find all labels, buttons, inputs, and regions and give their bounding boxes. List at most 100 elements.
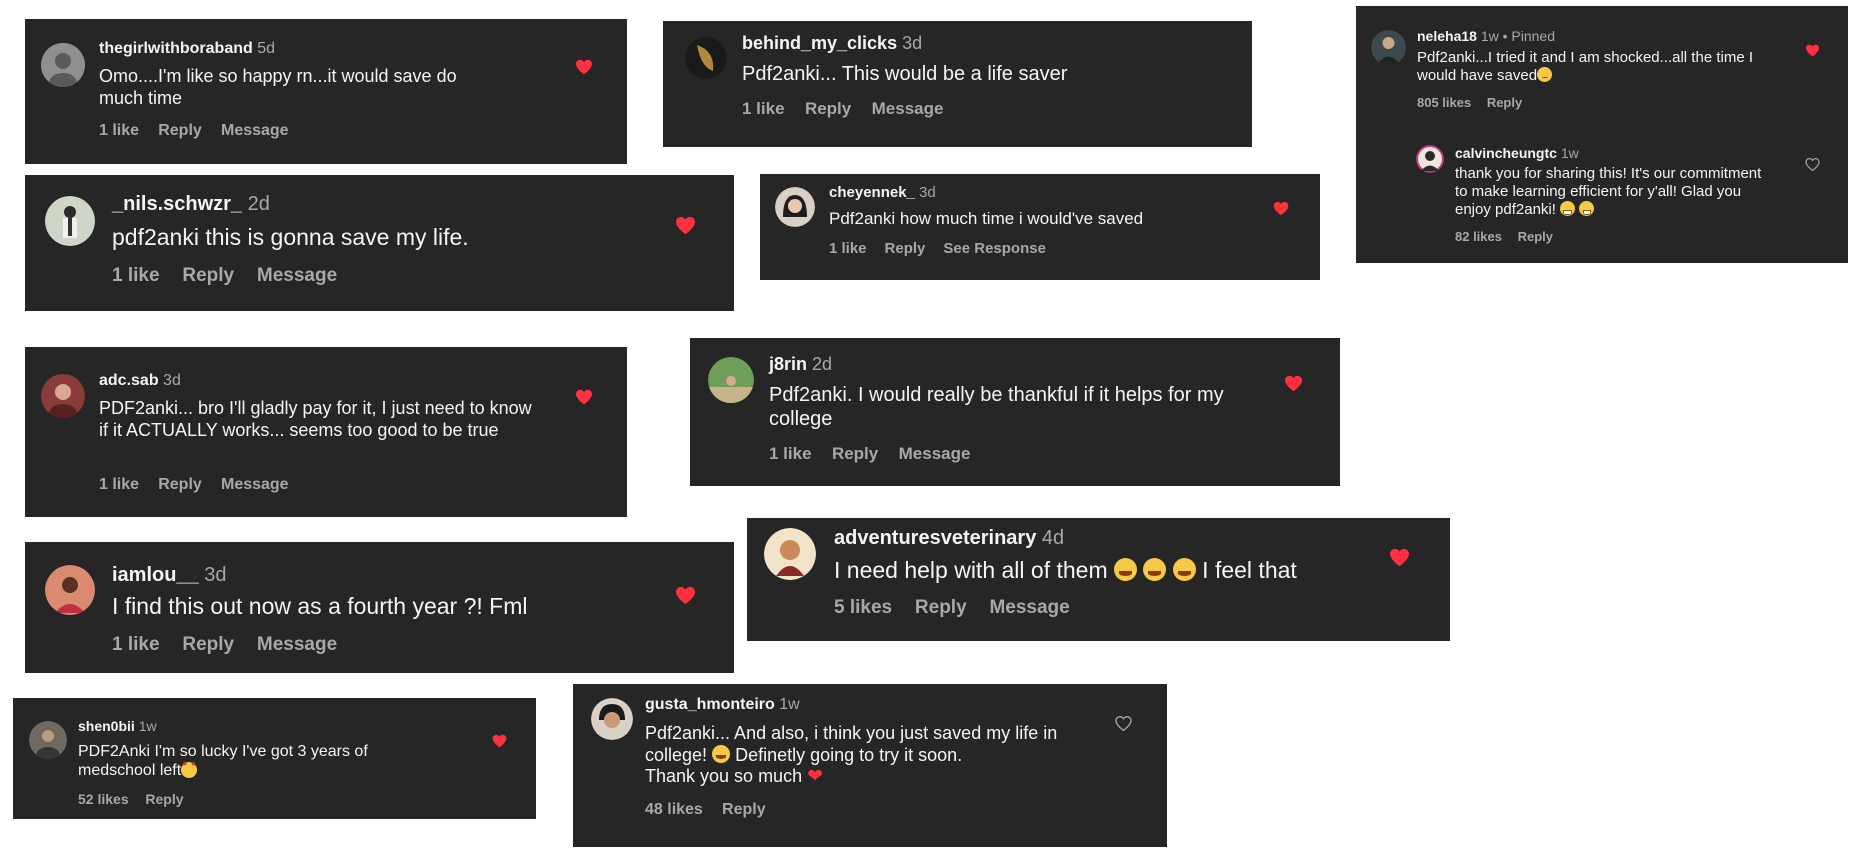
filled-heart-icon[interactable] [1805, 44, 1820, 57]
timestamp: 1w [138, 718, 157, 734]
reply-button[interactable]: Reply [832, 444, 878, 463]
username[interactable]: neleha18 [1417, 28, 1477, 44]
likes-count[interactable]: 5 likes [834, 597, 892, 618]
message-button[interactable]: Message [989, 597, 1069, 618]
avatar[interactable] [591, 698, 633, 740]
message-button[interactable]: Message [257, 265, 337, 286]
reply-avatar[interactable] [1416, 145, 1444, 173]
filled-heart-icon[interactable] [575, 389, 593, 405]
reply-button[interactable]: Reply [158, 122, 202, 139]
comment-text: Pdf2anki... This would be a life saver [742, 63, 1068, 85]
filled-heart-icon[interactable] [1284, 375, 1303, 392]
comment-card: shen0bii 1w PDF2Anki I'm so lucky I've g… [13, 698, 536, 819]
comment-text: Pdf2anki... And also, i think you just s… [645, 723, 1058, 788]
timestamp: 1w [779, 696, 800, 713]
see-response-button[interactable]: See Response [943, 240, 1046, 257]
timestamp: 3d [919, 184, 936, 201]
grinning-face-emoji-icon [1579, 201, 1595, 217]
reply-button[interactable]: Reply [182, 265, 234, 286]
reply-button[interactable]: Reply [158, 476, 202, 493]
likes-count[interactable]: 1 like [769, 444, 812, 463]
avatar[interactable] [1371, 30, 1406, 65]
reply-button[interactable]: Reply [805, 99, 851, 118]
filled-heart-icon[interactable] [675, 586, 696, 605]
filled-heart-icon[interactable] [575, 59, 593, 75]
avatar[interactable] [685, 37, 727, 79]
red-heart-emoji-icon: ❤ [807, 766, 823, 788]
likes-count[interactable]: 48 likes [645, 801, 703, 818]
grinning-face-emoji-icon [1560, 201, 1576, 217]
pinned-label: • Pinned [1502, 28, 1556, 44]
avatar[interactable] [708, 357, 754, 403]
avatar[interactable] [41, 374, 85, 418]
filled-heart-icon[interactable] [1273, 201, 1289, 216]
comment-text: PDF2anki... bro I'll gladly pay for it, … [99, 398, 532, 440]
username[interactable]: behind_my_clicks [742, 33, 897, 53]
comment-card: behind_my_clicks 3d Pdf2anki... This wou… [663, 21, 1252, 147]
reply-button[interactable]: Reply [722, 801, 766, 818]
username[interactable]: cheyennek_ [829, 184, 915, 201]
username[interactable]: gusta_hmonteiro [645, 696, 775, 713]
outline-heart-icon[interactable] [1805, 158, 1820, 171]
likes-count[interactable]: 1 like [829, 240, 867, 257]
message-button[interactable]: Message [899, 444, 971, 463]
reply-button[interactable]: Reply [915, 597, 967, 618]
comment-card: cheyennek_ 3d Pdf2anki how much time i w… [760, 174, 1320, 280]
laughing-emoji-icon [1172, 558, 1196, 582]
reply-button[interactable]: Reply [182, 634, 234, 655]
comment-card: adventuresveterinary 4d I need help with… [747, 518, 1450, 641]
username[interactable]: thegirlwithboraband [99, 40, 253, 57]
likes-count[interactable]: 805 likes [1417, 95, 1471, 110]
filled-heart-icon[interactable] [1389, 548, 1410, 567]
username[interactable]: adc.sab [99, 372, 159, 389]
username[interactable]: j8rin [769, 354, 807, 374]
likes-count[interactable]: 1 like [99, 476, 139, 493]
filled-heart-icon[interactable] [675, 216, 696, 235]
reply-button[interactable]: Reply [1487, 95, 1522, 110]
comment-card-pinned: neleha18 1w • Pinned Pdf2anki...I tried … [1356, 6, 1848, 263]
laughing-emoji-icon [1114, 558, 1137, 582]
timestamp: 1w [1480, 28, 1499, 44]
username[interactable]: shen0bii [78, 718, 135, 734]
comment-text: Pdf2anki how much time i would've saved [829, 209, 1144, 228]
username[interactable]: _nils.schwzr_ [112, 193, 242, 215]
outline-heart-icon[interactable] [1115, 716, 1132, 731]
laughing-emoji-icon [1143, 558, 1167, 582]
username[interactable]: iamlou__ [112, 564, 199, 586]
avatar[interactable] [45, 565, 95, 615]
filled-heart-icon[interactable] [492, 734, 507, 748]
comment-card: iamlou__ 3d I find this out now as a fou… [25, 542, 734, 673]
avatar[interactable] [29, 721, 67, 759]
message-button[interactable]: Message [221, 122, 289, 139]
comment-text: I need help with all of them I feel that [834, 557, 1297, 583]
timestamp: 5d [257, 40, 276, 57]
comment-card: adc.sab 3d PDF2anki... bro I'll gladly p… [25, 347, 627, 517]
likes-count[interactable]: 1 like [99, 122, 139, 139]
comment-card: gusta_hmonteiro 1w Pdf2anki... And also,… [573, 684, 1167, 847]
likes-count[interactable]: 1 like [742, 99, 785, 118]
message-button[interactable]: Message [257, 634, 337, 655]
avatar[interactable] [41, 43, 85, 87]
likes-count[interactable]: 1 like [112, 634, 160, 655]
likes-count[interactable]: 82 likes [1455, 229, 1502, 244]
reply-button[interactable]: Reply [885, 240, 926, 257]
username[interactable]: adventuresveterinary [834, 527, 1036, 549]
reply-button[interactable]: Reply [1518, 229, 1553, 244]
comment-text: Pdf2anki...I tried it and I am shocked..… [1417, 49, 1753, 84]
avatar[interactable] [45, 196, 95, 246]
reply-text: thank you for sharing this! It's our com… [1455, 165, 1762, 218]
avatar[interactable] [775, 187, 815, 227]
reply-username[interactable]: calvincheungtc [1455, 145, 1557, 161]
message-button[interactable]: Message [221, 476, 289, 493]
comment-card: _nils.schwzr_ 2d pdf2anki this is gonna … [25, 175, 734, 311]
likes-count[interactable]: 1 like [112, 265, 160, 286]
reply-button[interactable]: Reply [145, 791, 183, 807]
message-button[interactable]: Message [872, 99, 944, 118]
laughing-emoji-icon [712, 745, 731, 764]
comment-card: j8rin 2d Pdf2anki. I would really be tha… [690, 338, 1340, 486]
star-struck-emoji-icon [181, 760, 198, 778]
timestamp: 2d [247, 193, 270, 215]
likes-count[interactable]: 52 likes [78, 791, 129, 807]
timestamp: 3d [204, 564, 227, 586]
avatar[interactable] [764, 528, 816, 580]
